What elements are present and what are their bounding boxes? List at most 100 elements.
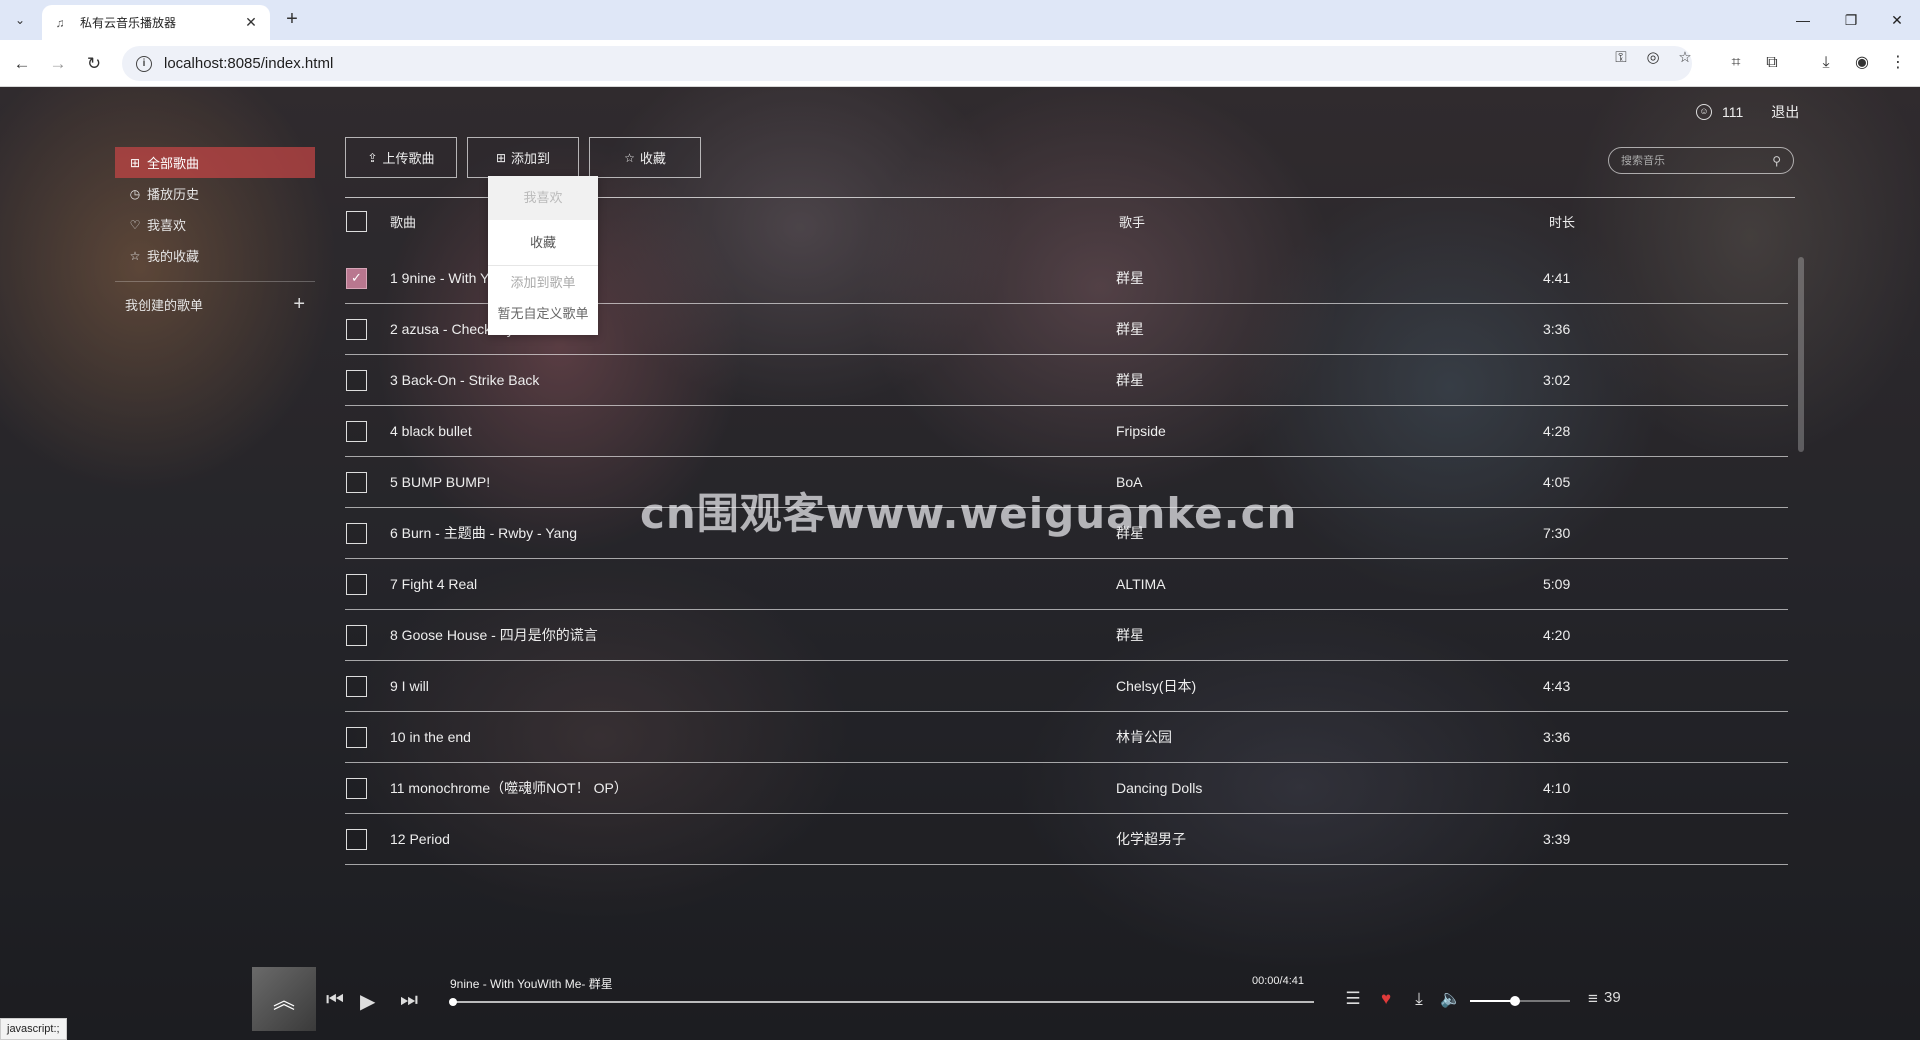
song-duration: 5:09 (1543, 576, 1571, 592)
tab-search-button[interactable]: ⌄ (8, 8, 32, 32)
progress-bar[interactable] (449, 998, 1314, 1006)
row-checkbox[interactable] (346, 624, 367, 646)
search-icon[interactable]: ⚲ (1772, 154, 1781, 168)
song-title[interactable]: 11 monochrome（噬魂师NOT！ OP） (390, 778, 628, 798)
song-title[interactable]: 4 black bullet (390, 423, 472, 439)
playlist-order-icon[interactable]: ☰ (1342, 989, 1364, 1009)
my-playlists-label: 我创建的歌单 (125, 297, 204, 313)
row-checkbox[interactable] (346, 726, 367, 748)
sidebar-item-likes[interactable]: ♡ 我喜欢 (115, 209, 315, 240)
table-row[interactable]: 3 Back-On - Strike Back 群星 3:02 (345, 355, 1788, 406)
song-title[interactable]: 3 Back-On - Strike Back (390, 372, 539, 388)
volume-slider[interactable] (1470, 996, 1570, 1006)
row-checkbox[interactable] (346, 369, 367, 391)
row-checkbox[interactable] (346, 573, 367, 595)
sidebar-item-collection[interactable]: ☆ 我的收藏 (115, 240, 315, 271)
queue-icon[interactable]: ≡ (1584, 989, 1602, 1009)
reload-icon[interactable]: ↻ (80, 50, 108, 78)
table-row[interactable]: 10 in the end 林肯公园 3:36 (345, 712, 1788, 763)
add-playlist-icon[interactable]: + (293, 294, 305, 314)
progress-knob[interactable] (449, 998, 457, 1006)
profile-icon[interactable]: ◉ (1851, 52, 1873, 74)
browser-tab[interactable]: ♫ 私有云音乐播放器 ✕ (42, 5, 270, 40)
tab-close-icon[interactable]: ✕ (242, 14, 260, 31)
row-checkbox[interactable] (346, 828, 367, 850)
collect-label: 收藏 (639, 151, 666, 166)
grid-icon: ⊞ (129, 155, 141, 170)
status-bar: javascript:; (0, 1018, 67, 1040)
page-favicon-icon: ♫ (55, 15, 65, 30)
song-title[interactable]: 5 BUMP BUMP! (390, 474, 490, 490)
play-icon[interactable]: ▶ (360, 989, 375, 1014)
song-title[interactable]: 7 Fight 4 Real (390, 576, 477, 592)
list-scrollbar[interactable] (1798, 257, 1804, 452)
restore-icon[interactable]: ❐ (1828, 0, 1874, 40)
eye-off-icon[interactable]: ◎ (1643, 48, 1663, 68)
new-tab-button[interactable]: + (280, 8, 304, 32)
expand-up-icon: ︽ (272, 988, 295, 1013)
upload-button[interactable]: ⇪ 上传歌曲 (345, 137, 457, 178)
song-title[interactable]: 12 Period (390, 831, 450, 847)
window-close-icon[interactable]: ✕ (1874, 0, 1920, 40)
dropdown-item-likes[interactable]: 我喜欢 (488, 176, 598, 220)
extensions-icon[interactable]: ⧉ (1761, 52, 1783, 74)
song-duration: 3:36 (1543, 321, 1571, 337)
table-row[interactable]: 7 Fight 4 Real ALTIMA 5:09 (345, 559, 1788, 610)
row-checkbox[interactable] (346, 318, 367, 340)
bookmark-star-icon[interactable]: ☆ (1675, 48, 1695, 68)
row-checkbox[interactable] (346, 675, 367, 697)
song-title[interactable]: 6 Burn - 主题曲 - Rwby - Yang (390, 523, 577, 543)
song-title[interactable]: 9 I will (390, 678, 429, 694)
song-artist: 群星 (1116, 372, 1144, 388)
volume-icon[interactable]: 🔈 (1440, 989, 1462, 1009)
table-row[interactable]: 4 black bullet Fripside 4:28 (345, 406, 1788, 457)
row-checkbox[interactable]: ✓ (346, 267, 367, 289)
row-checkbox[interactable] (346, 420, 367, 442)
clock-icon: ◷ (129, 186, 141, 201)
song-duration: 4:05 (1543, 474, 1571, 490)
forward-icon[interactable]: → (44, 50, 72, 78)
star-icon: ☆ (624, 150, 635, 165)
song-title[interactable]: 10 in the end (390, 729, 471, 745)
minimize-icon[interactable]: — (1780, 0, 1826, 40)
select-all-checkbox[interactable] (346, 211, 367, 232)
download-song-icon[interactable]: ⤓ (1408, 989, 1430, 1009)
table-row[interactable]: 12 Period 化学超男子 3:39 (345, 814, 1788, 865)
add-to-button[interactable]: ⊞ 添加到 (467, 137, 579, 178)
crop-icon[interactable]: ⌗ (1725, 52, 1747, 74)
row-checkbox[interactable] (346, 522, 367, 544)
download-icon[interactable]: ⤓ (1815, 52, 1837, 74)
check-icon: ✓ (351, 270, 362, 285)
song-duration: 4:41 (1543, 270, 1571, 286)
password-key-icon[interactable]: ⚿ (1611, 48, 1631, 68)
sidebar-item-all-songs[interactable]: ⊞ 全部歌曲 (115, 147, 315, 178)
search-input[interactable] (1621, 154, 1773, 167)
logout-link[interactable]: 退出 (1771, 102, 1799, 122)
search-box: ⚲ (1608, 147, 1794, 174)
song-duration: 3:02 (1543, 372, 1571, 388)
back-icon[interactable]: ← (8, 50, 36, 78)
sidebar-item-history[interactable]: ◷ 播放历史 (115, 178, 315, 209)
table-row[interactable]: 11 monochrome（噬魂师NOT！ OP） Dancing Dolls 4:… (345, 763, 1788, 814)
sidebar-item-label: 我喜欢 (147, 218, 187, 233)
volume-knob[interactable] (1510, 996, 1520, 1006)
liked-heart-icon[interactable]: ♥ (1375, 989, 1397, 1009)
previous-icon[interactable]: ⏮ (326, 989, 344, 1012)
menu-dots-icon[interactable]: ⋮ (1887, 52, 1909, 74)
collect-button[interactable]: ☆ 收藏 (589, 137, 701, 178)
url-text: localhost:8085/index.html (164, 55, 334, 72)
omnibox[interactable]: i localhost:8085/index.html (122, 46, 1692, 81)
table-row[interactable]: 9 I will Chelsy(日本) 4:43 (345, 661, 1788, 712)
row-checkbox[interactable] (346, 777, 367, 799)
row-checkbox[interactable] (346, 471, 367, 493)
song-title[interactable]: 8 Goose House - 四月是你的谎言 (390, 625, 598, 645)
album-cover[interactable]: ︽ (252, 967, 316, 1031)
song-artist: 林肯公园 (1116, 729, 1172, 745)
site-info-icon[interactable]: i (136, 55, 152, 72)
heart-icon: ♡ (129, 217, 141, 232)
next-icon[interactable]: ⏭ (400, 989, 418, 1012)
table-row[interactable]: 8 Goose House - 四月是你的谎言 群星 4:20 (345, 610, 1788, 661)
dropdown-item-collect[interactable]: 收藏 (488, 220, 598, 265)
user-name[interactable]: 111 (1722, 104, 1743, 120)
song-duration: 3:39 (1543, 831, 1571, 847)
